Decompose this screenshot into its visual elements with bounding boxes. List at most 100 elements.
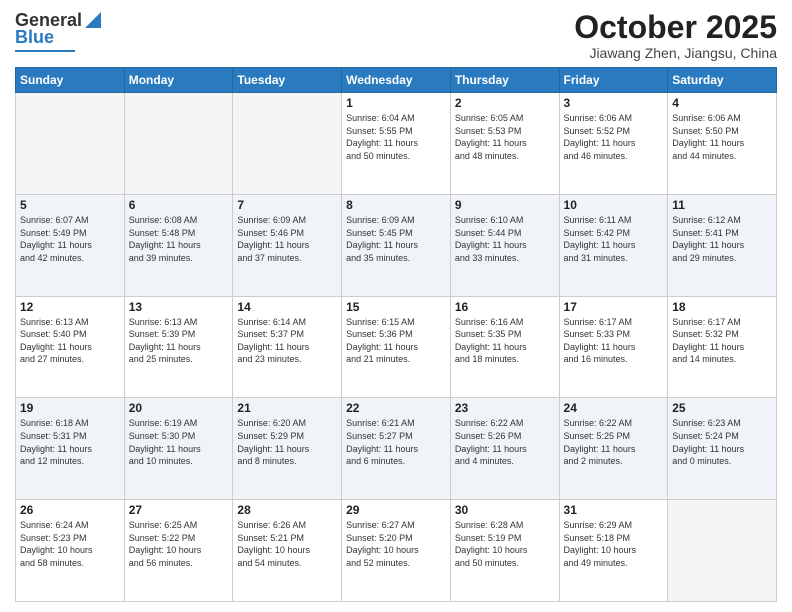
calendar-cell: 5 Sunrise: 6:07 AM Sunset: 5:49 PM Daylig…	[16, 194, 125, 296]
day-number: 25	[672, 401, 772, 415]
calendar-week-row: 12 Sunrise: 6:13 AM Sunset: 5:40 PM Dayli…	[16, 296, 777, 398]
calendar-header-row: SundayMondayTuesdayWednesdayThursdayFrid…	[16, 68, 777, 93]
day-number: 17	[564, 300, 664, 314]
day-info: Sunrise: 6:16 AM Sunset: 5:35 PM Dayligh…	[455, 316, 555, 366]
day-number: 3	[564, 96, 664, 110]
day-info: Sunrise: 6:20 AM Sunset: 5:29 PM Dayligh…	[237, 417, 337, 467]
month-title: October 2025	[574, 10, 777, 45]
day-info: Sunrise: 6:17 AM Sunset: 5:33 PM Dayligh…	[564, 316, 664, 366]
calendar-cell: 17 Sunrise: 6:17 AM Sunset: 5:33 PM Dayli…	[559, 296, 668, 398]
calendar-cell: 16Sunrise: 6:16 AM Sunset: 5:35 PM Dayli…	[450, 296, 559, 398]
day-info: Sunrise: 6:06 AM Sunset: 5:52 PM Dayligh…	[564, 112, 664, 162]
calendar-week-row: 5 Sunrise: 6:07 AM Sunset: 5:49 PM Daylig…	[16, 194, 777, 296]
calendar-cell: 24 Sunrise: 6:22 AM Sunset: 5:25 PM Dayli…	[559, 398, 668, 500]
day-info: Sunrise: 6:09 AM Sunset: 5:45 PM Dayligh…	[346, 214, 446, 264]
header: General Blue October 2025 Jiawang Zhen, …	[15, 10, 777, 61]
calendar-table: SundayMondayTuesdayWednesdayThursdayFrid…	[15, 67, 777, 602]
day-info: Sunrise: 6:28 AM Sunset: 5:19 PM Dayligh…	[455, 519, 555, 569]
day-number: 15	[346, 300, 446, 314]
day-number: 13	[129, 300, 229, 314]
calendar-week-row: 19 Sunrise: 6:18 AM Sunset: 5:31 PM Dayli…	[16, 398, 777, 500]
calendar-cell: 3 Sunrise: 6:06 AM Sunset: 5:52 PM Daylig…	[559, 93, 668, 195]
calendar-cell: 12 Sunrise: 6:13 AM Sunset: 5:40 PM Dayli…	[16, 296, 125, 398]
calendar-cell: 11Sunrise: 6:12 AM Sunset: 5:41 PM Dayli…	[668, 194, 777, 296]
calendar-cell: 10 Sunrise: 6:11 AM Sunset: 5:42 PM Dayli…	[559, 194, 668, 296]
day-info: Sunrise: 6:18 AM Sunset: 5:31 PM Dayligh…	[20, 417, 120, 467]
day-info: Sunrise: 6:05 AM Sunset: 5:53 PM Dayligh…	[455, 112, 555, 162]
day-info: Sunrise: 6:15 AM Sunset: 5:36 PM Dayligh…	[346, 316, 446, 366]
calendar-cell: 20 Sunrise: 6:19 AM Sunset: 5:30 PM Dayli…	[124, 398, 233, 500]
calendar-cell: 15 Sunrise: 6:15 AM Sunset: 5:36 PM Dayli…	[342, 296, 451, 398]
day-number: 31	[564, 503, 664, 517]
calendar-cell: 27 Sunrise: 6:25 AM Sunset: 5:22 PM Dayli…	[124, 500, 233, 602]
day-number: 11	[672, 198, 772, 212]
calendar-cell	[16, 93, 125, 195]
day-number: 4	[672, 96, 772, 110]
calendar-cell: 30 Sunrise: 6:28 AM Sunset: 5:19 PM Dayli…	[450, 500, 559, 602]
calendar-cell: 18 Sunrise: 6:17 AM Sunset: 5:32 PM Dayli…	[668, 296, 777, 398]
day-number: 12	[20, 300, 120, 314]
day-info: Sunrise: 6:19 AM Sunset: 5:30 PM Dayligh…	[129, 417, 229, 467]
calendar-cell: 28 Sunrise: 6:26 AM Sunset: 5:21 PM Dayli…	[233, 500, 342, 602]
calendar-cell: 7Sunrise: 6:09 AM Sunset: 5:46 PM Daylig…	[233, 194, 342, 296]
logo: General Blue	[15, 10, 103, 52]
day-number: 26	[20, 503, 120, 517]
day-number: 24	[564, 401, 664, 415]
day-number: 20	[129, 401, 229, 415]
logo-blue-text: Blue	[15, 27, 54, 48]
calendar-cell: 22 Sunrise: 6:21 AM Sunset: 5:27 PM Dayli…	[342, 398, 451, 500]
day-number: 5	[20, 198, 120, 212]
day-info: Sunrise: 6:25 AM Sunset: 5:22 PM Dayligh…	[129, 519, 229, 569]
calendar-cell	[233, 93, 342, 195]
calendar-cell: 2 Sunrise: 6:05 AM Sunset: 5:53 PM Daylig…	[450, 93, 559, 195]
day-info: Sunrise: 6:22 AM Sunset: 5:26 PM Dayligh…	[455, 417, 555, 467]
day-info: Sunrise: 6:14 AM Sunset: 5:37 PM Dayligh…	[237, 316, 337, 366]
day-info: Sunrise: 6:11 AM Sunset: 5:42 PM Dayligh…	[564, 214, 664, 264]
day-number: 19	[20, 401, 120, 415]
day-info: Sunrise: 6:10 AM Sunset: 5:44 PM Dayligh…	[455, 214, 555, 264]
calendar-week-row: 26Sunrise: 6:24 AM Sunset: 5:23 PM Dayli…	[16, 500, 777, 602]
logo-underline	[15, 50, 75, 52]
day-info: Sunrise: 6:13 AM Sunset: 5:40 PM Dayligh…	[20, 316, 120, 366]
day-info: Sunrise: 6:07 AM Sunset: 5:49 PM Dayligh…	[20, 214, 120, 264]
day-number: 21	[237, 401, 337, 415]
day-info: Sunrise: 6:26 AM Sunset: 5:21 PM Dayligh…	[237, 519, 337, 569]
calendar-cell: 6 Sunrise: 6:08 AM Sunset: 5:48 PM Daylig…	[124, 194, 233, 296]
day-info: Sunrise: 6:08 AM Sunset: 5:48 PM Dayligh…	[129, 214, 229, 264]
day-number: 28	[237, 503, 337, 517]
day-number: 2	[455, 96, 555, 110]
calendar-cell: 31 Sunrise: 6:29 AM Sunset: 5:18 PM Dayli…	[559, 500, 668, 602]
day-number: 27	[129, 503, 229, 517]
day-number: 18	[672, 300, 772, 314]
day-number: 10	[564, 198, 664, 212]
calendar-cell: 13 Sunrise: 6:13 AM Sunset: 5:39 PM Dayli…	[124, 296, 233, 398]
page: General Blue October 2025 Jiawang Zhen, …	[0, 0, 792, 612]
calendar-cell	[124, 93, 233, 195]
day-info: Sunrise: 6:21 AM Sunset: 5:27 PM Dayligh…	[346, 417, 446, 467]
calendar-cell: 23Sunrise: 6:22 AM Sunset: 5:26 PM Dayli…	[450, 398, 559, 500]
day-info: Sunrise: 6:06 AM Sunset: 5:50 PM Dayligh…	[672, 112, 772, 162]
day-number: 22	[346, 401, 446, 415]
title-block: October 2025 Jiawang Zhen, Jiangsu, Chin…	[574, 10, 777, 61]
location: Jiawang Zhen, Jiangsu, China	[574, 45, 777, 61]
calendar-cell: 29Sunrise: 6:27 AM Sunset: 5:20 PM Dayli…	[342, 500, 451, 602]
day-number: 14	[237, 300, 337, 314]
day-info: Sunrise: 6:13 AM Sunset: 5:39 PM Dayligh…	[129, 316, 229, 366]
day-info: Sunrise: 6:17 AM Sunset: 5:32 PM Dayligh…	[672, 316, 772, 366]
day-number: 8	[346, 198, 446, 212]
calendar-header-saturday: Saturday	[668, 68, 777, 93]
day-number: 6	[129, 198, 229, 212]
logo-triangle-icon	[83, 10, 103, 30]
calendar-week-row: 1Sunrise: 6:04 AM Sunset: 5:55 PM Daylig…	[16, 93, 777, 195]
day-number: 9	[455, 198, 555, 212]
calendar-header-wednesday: Wednesday	[342, 68, 451, 93]
day-info: Sunrise: 6:29 AM Sunset: 5:18 PM Dayligh…	[564, 519, 664, 569]
calendar-cell: 4 Sunrise: 6:06 AM Sunset: 5:50 PM Daylig…	[668, 93, 777, 195]
calendar-header-friday: Friday	[559, 68, 668, 93]
calendar-cell: 1Sunrise: 6:04 AM Sunset: 5:55 PM Daylig…	[342, 93, 451, 195]
day-info: Sunrise: 6:23 AM Sunset: 5:24 PM Dayligh…	[672, 417, 772, 467]
calendar-cell: 8 Sunrise: 6:09 AM Sunset: 5:45 PM Daylig…	[342, 194, 451, 296]
day-number: 30	[455, 503, 555, 517]
calendar-cell: 9 Sunrise: 6:10 AM Sunset: 5:44 PM Daylig…	[450, 194, 559, 296]
day-info: Sunrise: 6:22 AM Sunset: 5:25 PM Dayligh…	[564, 417, 664, 467]
